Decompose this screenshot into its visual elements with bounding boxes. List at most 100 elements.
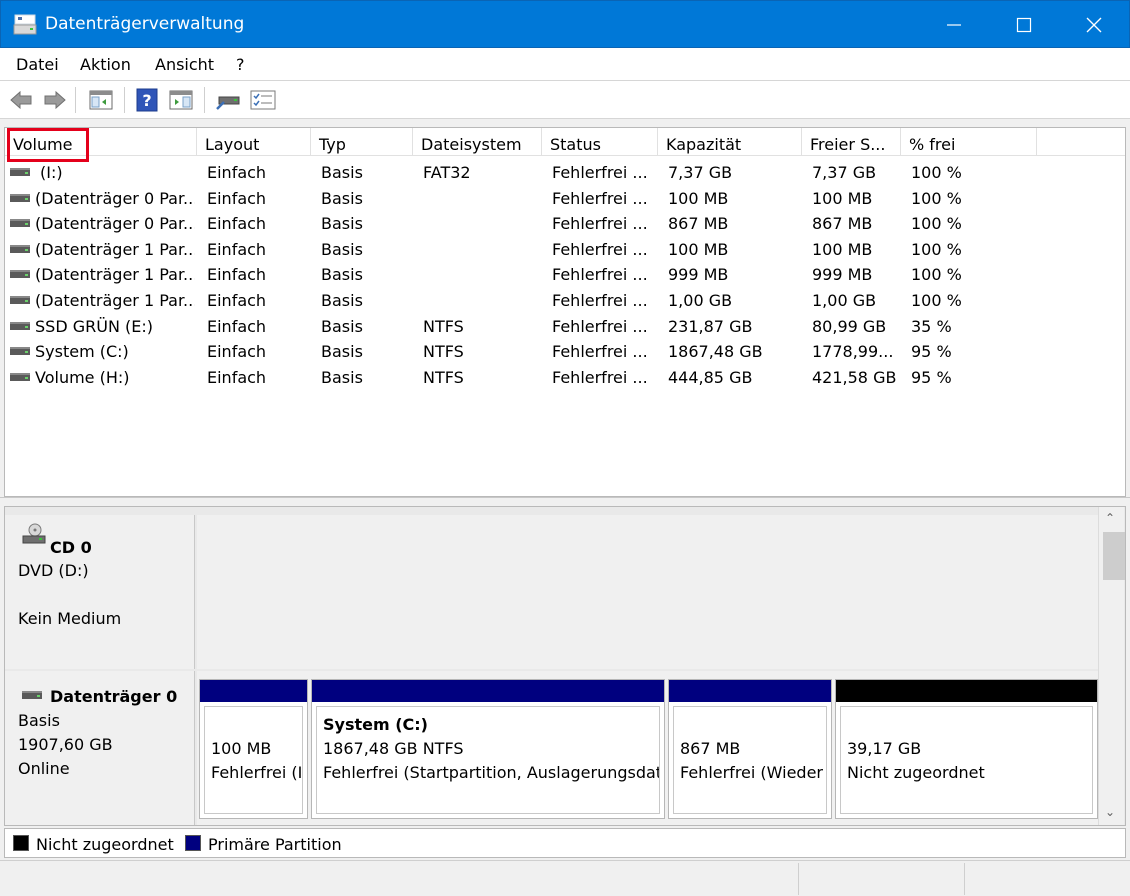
volume-cell: 100 MB — [668, 188, 729, 208]
volume-cell: NTFS — [423, 367, 464, 387]
volume-disk-icon — [10, 244, 30, 253]
volume-cell: 95 % — [911, 342, 952, 362]
volume-row[interactable]: (Datenträger 1 Par... Einfach Basis Fehlerf… — [5, 261, 1125, 287]
partition-color-bar — [200, 680, 307, 702]
menu-datei[interactable]: Datei — [16, 55, 59, 74]
volume-row[interactable]: (Datenträger 1 Par... Einfach Basis Fehlerf… — [5, 287, 1125, 313]
close-button[interactable] — [1059, 1, 1129, 49]
partition-block[interactable]: System (C:) 1867,48 GB NTFS Fehlerfrei (… — [311, 679, 665, 819]
volume-cell: 1,00 GB — [812, 291, 877, 310]
volume-cell: (Datenträger 0 Par... — [35, 188, 195, 208]
column-header-status[interactable]: Status — [542, 128, 658, 156]
disk-label-disk0[interactable]: Datenträger 0 Basis 1907,60 GB Online — [5, 671, 195, 825]
close-icon — [1086, 17, 1102, 33]
volume-cell: NTFS — [423, 342, 464, 362]
disk-status: Kein Medium — [18, 609, 122, 628]
volume-cell: 100 MB — [812, 239, 873, 259]
scroll-down-icon[interactable]: ⌄ — [1105, 805, 1115, 819]
checklist-icon — [250, 90, 276, 110]
partition-block[interactable]: 39,17 GB Nicht zugeordnet — [835, 679, 1098, 819]
forward-button[interactable] — [42, 87, 68, 113]
volume-cell: Einfach — [207, 367, 267, 387]
volume-cell: Einfach — [207, 163, 267, 182]
disk-view: CD 0 DVD (D:) Kein Medium Datenträger 0 … — [4, 506, 1126, 826]
cd0-volume-area[interactable] — [197, 515, 1101, 669]
volume-cell: 999 MB — [668, 265, 729, 285]
volume-row[interactable]: (Datenträger 1 Par... Einfach Basis Fehlerf… — [5, 236, 1125, 262]
disk-view-scrollbar[interactable]: ⌃ ⌄ — [1098, 507, 1125, 825]
legend-label-unallocated: Nicht zugeordnet — [36, 835, 174, 854]
volume-row[interactable]: SSD GRÜN (E:) Einfach Basis NTFS Fehlerfrei … — [5, 313, 1125, 339]
volume-row[interactable]: (Datenträger 0 Par... Einfach Basis Fehlerf… — [5, 185, 1125, 211]
forward-arrow-icon — [44, 90, 66, 110]
volume-cell: (I:) — [40, 163, 63, 182]
title-bar: Datenträgerverwaltung — [0, 0, 1130, 48]
volume-cell: Einfach — [207, 188, 267, 208]
help-icon: ? — [136, 88, 158, 112]
disk-label-cd0[interactable]: CD 0 DVD (D:) Kein Medium — [5, 515, 195, 669]
volume-cell: 80,99 GB — [812, 316, 887, 336]
menu-help[interactable]: ? — [236, 55, 245, 74]
volume-cell: Fehlerfrei ... — [552, 291, 648, 310]
disk-state: Online — [18, 759, 70, 778]
volume-row[interactable]: (I:) Einfach Basis FAT32 Fehlerfrei ... 7,37 … — [5, 159, 1125, 185]
status-bar — [0, 860, 1130, 896]
maximize-button[interactable] — [989, 1, 1059, 49]
volume-cell: NTFS — [423, 316, 464, 336]
column-header-layout[interactable]: Layout — [197, 128, 311, 156]
back-button[interactable] — [8, 87, 34, 113]
volume-list-header: Volume Layout Typ Dateisystem Status Kap… — [5, 128, 1125, 156]
volume-disk-icon — [10, 270, 30, 279]
volume-cell: Fehlerfrei ... — [552, 188, 648, 208]
scroll-thumb[interactable] — [1103, 532, 1125, 580]
partition-status: Nicht zugeordnet — [847, 763, 985, 782]
partition-color-bar — [836, 680, 1097, 702]
volume-row[interactable]: Volume (H:) Einfach Basis NTFS Fehlerfrei ..… — [5, 364, 1125, 390]
connect-disk-button[interactable] — [215, 87, 241, 113]
column-header-typ[interactable]: Typ — [311, 128, 413, 156]
scroll-up-icon[interactable]: ⌃ — [1105, 511, 1115, 525]
volume-row[interactable]: (Datenträger 0 Par... Einfach Basis Fehlerf… — [5, 210, 1125, 236]
volume-cell: 7,37 GB — [812, 163, 877, 182]
disk0-partition-area: 100 MB Fehlerfrei (I System (C:) 1867,48… — [197, 671, 1101, 825]
volume-cell: System (C:) — [35, 342, 129, 362]
column-header-freier-speicher[interactable]: Freier S... — [802, 128, 901, 156]
volume-cell: Einfach — [207, 239, 267, 259]
column-header-dateisystem[interactable]: Dateisystem — [413, 128, 542, 156]
console-tree-button[interactable] — [88, 87, 114, 113]
checklist-button[interactable] — [250, 87, 276, 113]
toolbar: ? — [0, 81, 1130, 119]
volume-cell: 100 % — [911, 291, 962, 310]
volume-cell: Fehlerfrei ... — [552, 239, 648, 259]
partition-block[interactable]: 100 MB Fehlerfrei (I — [199, 679, 308, 819]
volume-cell: 100 % — [911, 214, 962, 234]
volume-cell: Basis — [321, 214, 363, 234]
status-bar-separator — [964, 863, 965, 895]
volume-cell: Basis — [321, 367, 363, 387]
partition-block[interactable]: 867 MB Fehlerfrei (Wieder — [668, 679, 832, 819]
legend: Nicht zugeordnet Primäre Partition — [4, 828, 1126, 858]
menu-ansicht[interactable]: Ansicht — [155, 55, 214, 74]
column-header-prozent-frei[interactable]: % frei — [901, 128, 1037, 156]
volume-row[interactable]: System (C:) Einfach Basis NTFS Fehlerfrei ..… — [5, 338, 1125, 364]
column-header-kapazitaet[interactable]: Kapazität — [658, 128, 802, 156]
volume-cell: 1,00 GB — [668, 291, 733, 310]
volume-disk-icon — [10, 347, 30, 356]
volume-cell: 100 MB — [812, 188, 873, 208]
back-arrow-icon — [10, 90, 32, 110]
help-button[interactable]: ? — [134, 87, 160, 113]
minimize-button[interactable] — [919, 1, 989, 49]
partition-size: 39,17 GB — [847, 739, 922, 758]
partition-info: System (C:) 1867,48 GB NTFS Fehlerfrei (… — [316, 706, 660, 814]
disk-type: Basis — [18, 711, 60, 730]
partition-size: 867 MB — [680, 739, 741, 758]
menu-aktion[interactable]: Aktion — [80, 55, 131, 74]
volume-header-highlight — [7, 128, 89, 162]
partition-color-bar — [312, 680, 664, 702]
menu-bar: Datei Aktion Ansicht ? — [0, 48, 1130, 81]
partition-title: System (C:) — [323, 715, 428, 734]
properties-button[interactable] — [168, 87, 194, 113]
pane-splitter[interactable] — [0, 497, 1130, 506]
partition-info: 867 MB Fehlerfrei (Wieder — [673, 706, 827, 814]
minimize-icon — [947, 24, 961, 26]
